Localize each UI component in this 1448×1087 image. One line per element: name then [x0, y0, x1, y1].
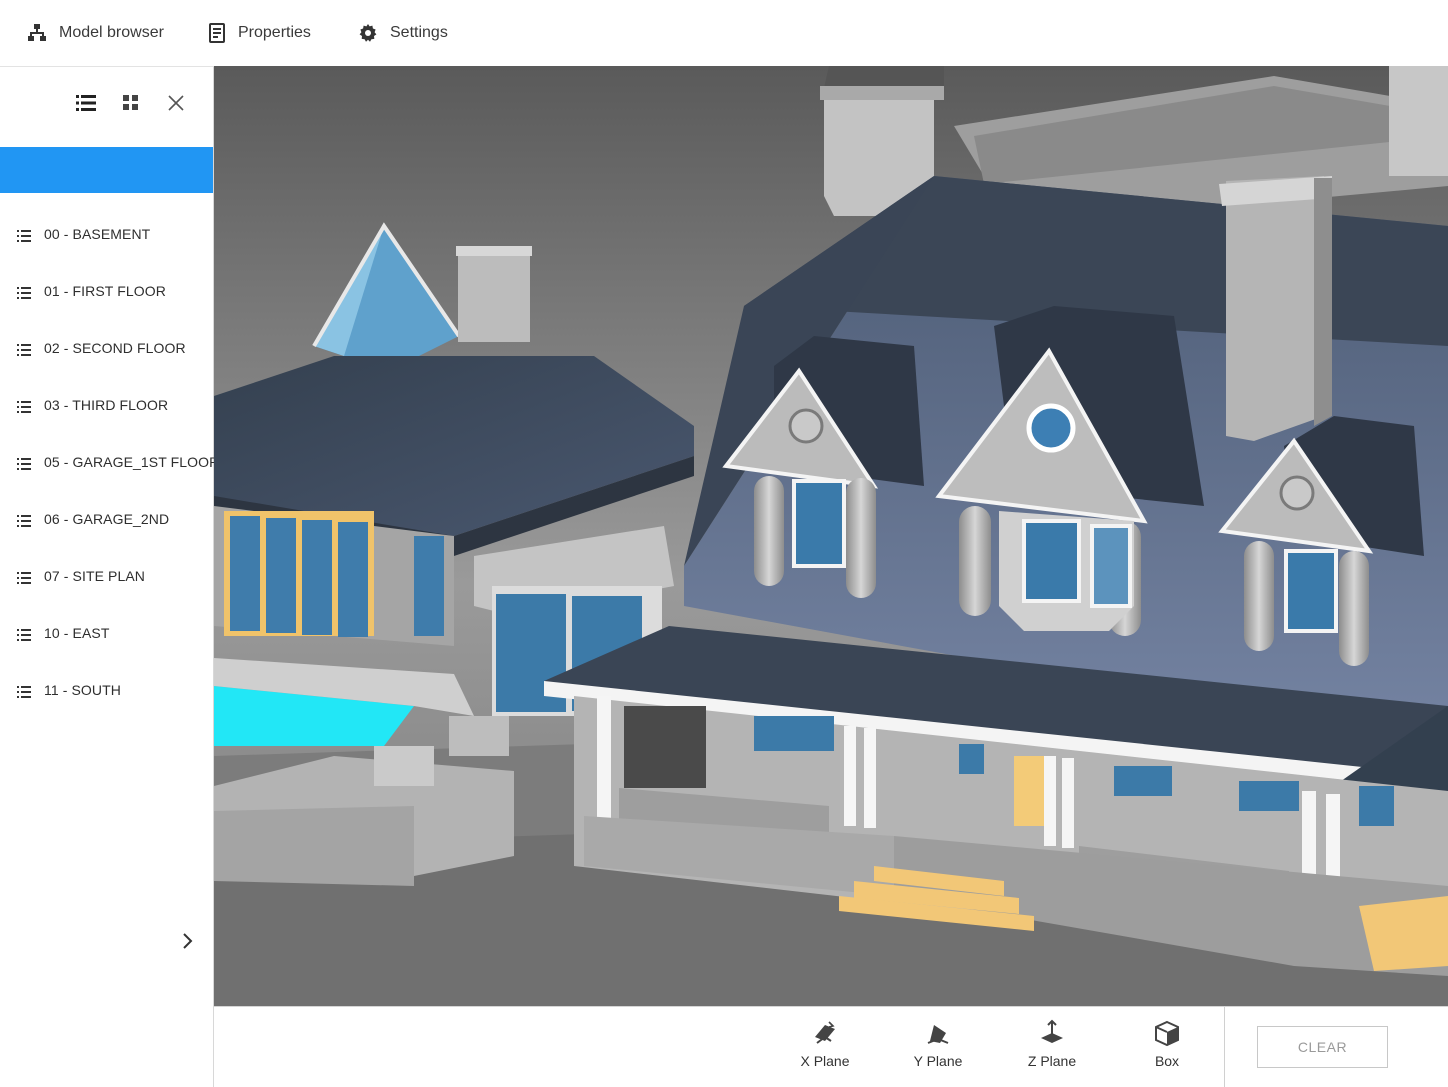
view-item-label: 10 - EAST	[44, 625, 110, 641]
view-item[interactable]: 05 - GARAGE_1ST FLOOR	[0, 443, 219, 483]
x-plane-label: X Plane	[800, 1053, 850, 1069]
list-icon	[17, 343, 31, 356]
box-icon	[1153, 1019, 1181, 1047]
view-item[interactable]: 01 - FIRST FLOOR	[0, 272, 213, 312]
list-icon	[17, 514, 31, 527]
y-plane-icon	[924, 1019, 952, 1047]
box-button[interactable]: Box	[1122, 1019, 1212, 1079]
chevron-right-icon[interactable]	[178, 929, 198, 953]
view-item[interactable]: 07 - SITE PLAN	[0, 557, 213, 597]
panel-toolbar	[0, 93, 213, 119]
view-item[interactable]: 02 - SECOND FLOOR	[0, 329, 213, 369]
settings-button[interactable]: Settings	[358, 18, 448, 48]
view-item-label: 11 - SOUTH	[44, 682, 121, 698]
gear-icon	[358, 23, 378, 43]
list-icon	[17, 571, 31, 584]
model-browser-panel: 00 - BASEMENT 01 - FIRST FLOOR 02 - SECO…	[0, 66, 219, 1087]
z-plane-button[interactable]: Z Plane	[1007, 1019, 1097, 1079]
view-item-label: 01 - FIRST FLOOR	[44, 283, 166, 299]
view-item-label: 05 - GARAGE_1ST FLOOR	[44, 454, 220, 470]
properties-button[interactable]: Properties	[208, 18, 311, 48]
house-model-render	[214, 66, 1448, 1006]
list-icon	[17, 628, 31, 641]
list-icon	[17, 685, 31, 698]
selected-model-bar[interactable]	[0, 147, 213, 193]
grid-view-icon[interactable]	[121, 93, 145, 117]
view-item-label: 07 - SITE PLAN	[44, 568, 145, 584]
view-item[interactable]: 11 - SOUTH	[0, 671, 213, 711]
model-browser-button[interactable]: Model browser	[27, 18, 164, 48]
properties-label: Properties	[238, 24, 311, 41]
view-item-label: 06 - GARAGE_2ND	[44, 511, 170, 527]
box-label: Box	[1154, 1053, 1180, 1069]
clear-button[interactable]: CLEAR	[1257, 1026, 1388, 1068]
list-icon	[17, 229, 31, 242]
list-icon	[17, 400, 31, 413]
list-view-icon[interactable]	[75, 93, 99, 117]
view-item[interactable]: 06 - GARAGE_2ND	[0, 500, 213, 540]
z-plane-label: Z Plane	[1027, 1053, 1077, 1069]
x-plane-icon	[811, 1019, 839, 1047]
list-icon	[17, 286, 31, 299]
x-plane-button[interactable]: X Plane	[780, 1019, 870, 1079]
view-item[interactable]: 00 - BASEMENT	[0, 215, 213, 255]
section-toolbar: X Plane Y Plane Z Plane Box CLEAR	[214, 1006, 1448, 1087]
list-icon	[17, 457, 31, 470]
hierarchy-icon	[27, 23, 47, 43]
view-item[interactable]: 10 - EAST	[0, 614, 213, 654]
view-item-label: 00 - BASEMENT	[44, 226, 151, 242]
settings-label: Settings	[390, 24, 448, 41]
close-icon[interactable]	[166, 93, 190, 117]
view-item-label: 03 - THIRD FLOOR	[44, 397, 169, 413]
3d-viewport[interactable]	[214, 66, 1448, 1006]
toolbar-divider	[1224, 1007, 1225, 1087]
view-item-label: 02 - SECOND FLOOR	[44, 340, 186, 356]
document-icon	[208, 23, 226, 43]
view-item[interactable]: 03 - THIRD FLOOR	[0, 386, 213, 426]
top-toolbar: Model browser Properties Settings	[0, 0, 1448, 66]
y-plane-label: Y Plane	[913, 1053, 963, 1069]
z-plane-icon	[1038, 1019, 1066, 1047]
model-browser-label: Model browser	[59, 24, 164, 41]
y-plane-button[interactable]: Y Plane	[893, 1019, 983, 1079]
